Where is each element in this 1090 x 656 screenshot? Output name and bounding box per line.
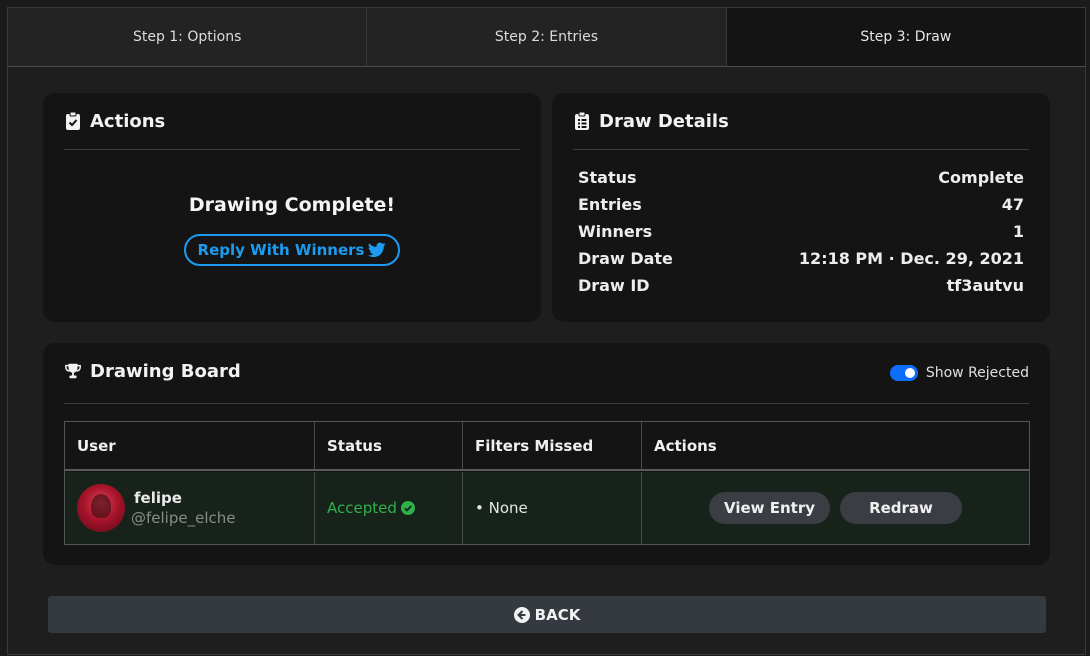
divider: [64, 403, 1029, 404]
check-circle-icon: [400, 501, 415, 515]
reply-with-winners-button[interactable]: Reply With Winners: [184, 234, 400, 266]
status-text: Accepted: [327, 499, 397, 517]
drawing-complete-text: Drawing Complete!: [188, 194, 396, 216]
actions-cell: View Entry Redraw: [642, 472, 1029, 544]
status-badge: Accepted: [327, 499, 415, 517]
draw-details-card: Draw Details Status Complete Entries 47 …: [552, 93, 1050, 322]
back-label: BACK: [534, 605, 581, 624]
clipboard-list-icon: [573, 111, 591, 131]
divider: [64, 149, 520, 150]
arrow-circle-left-icon: [513, 606, 530, 623]
clipboard-check-icon: [64, 111, 82, 131]
column-header-status: Status: [315, 422, 463, 469]
detail-row-winners: Winners 1: [578, 222, 1024, 244]
view-entry-button[interactable]: View Entry: [709, 492, 830, 524]
drawing-board-card: Drawing Board Show Rejected User Status …: [43, 343, 1050, 565]
table-header: User Status Filters Missed Actions: [65, 422, 1029, 471]
user-cell: felipe @felipe_elche: [65, 472, 315, 544]
detail-row-status: Status Complete: [578, 168, 1024, 190]
detail-row-draw-date: Draw Date 12:18 PM · Dec. 29, 2021: [578, 249, 1024, 271]
divider: [573, 149, 1029, 150]
detail-row-entries: Entries 47: [578, 195, 1024, 217]
actions-header: Actions: [64, 107, 165, 135]
column-header-user: User: [65, 422, 315, 469]
app-frame: Step 1: Options Step 2: Entries Step 3: …: [7, 7, 1086, 655]
column-header-actions: Actions: [654, 436, 717, 455]
toggle-knob: [904, 368, 915, 378]
board-title: Drawing Board: [90, 360, 241, 382]
detail-label: Draw Date: [578, 249, 673, 268]
row-actions: View Entry Redraw: [654, 492, 1029, 524]
actions-card: Actions Drawing Complete! Reply With Win…: [43, 93, 541, 322]
board-header: Drawing Board: [64, 357, 241, 385]
user-name[interactable]: felipe: [131, 489, 235, 507]
toggle-label: Show Rejected: [925, 365, 1029, 381]
step-tabs: Step 1: Options Step 2: Entries Step 3: …: [8, 8, 1085, 67]
filters-cell: • None: [463, 472, 642, 544]
trophy-icon: [64, 361, 82, 381]
table-row: felipe @felipe_elche Accepted • None Vie…: [65, 472, 1029, 544]
user-info: felipe @felipe_elche: [131, 489, 235, 527]
detail-value: 1: [1012, 222, 1024, 241]
detail-value: Complete: [938, 168, 1024, 187]
reply-label: Reply With Winners: [197, 241, 365, 259]
tab-entries[interactable]: Step 2: Entries: [367, 8, 727, 66]
column-header-filters: Filters Missed: [463, 422, 642, 469]
detail-value: 12:18 PM · Dec. 29, 2021: [798, 249, 1024, 268]
status-cell: Accepted: [315, 472, 463, 544]
back-button[interactable]: BACK: [48, 596, 1046, 633]
show-rejected-toggle[interactable]: [889, 365, 918, 381]
twitter-icon: [368, 240, 387, 260]
detail-label: Status: [578, 168, 637, 187]
details-title: Draw Details: [599, 110, 729, 132]
detail-label: Entries: [578, 195, 642, 214]
tab-draw[interactable]: Step 3: Draw: [726, 8, 1085, 66]
entries-table: User Status Filters Missed Actions felip…: [64, 421, 1030, 545]
detail-label: Winners: [578, 222, 653, 241]
details-header: Draw Details: [573, 107, 729, 135]
redraw-button[interactable]: Redraw: [840, 492, 962, 524]
detail-label: Draw ID: [578, 276, 650, 295]
detail-value: tf3autvu: [946, 276, 1024, 295]
detail-row-draw-id: Draw ID tf3autvu: [578, 276, 1024, 298]
detail-value: 47: [1001, 195, 1024, 214]
avatar[interactable]: [77, 484, 125, 532]
user-handle[interactable]: @felipe_elche: [131, 509, 235, 527]
actions-title: Actions: [90, 110, 166, 132]
tab-options[interactable]: Step 1: Options: [8, 8, 368, 66]
filters-missed: • None: [475, 499, 528, 517]
show-rejected-toggle-group: Show Rejected: [889, 365, 1029, 381]
